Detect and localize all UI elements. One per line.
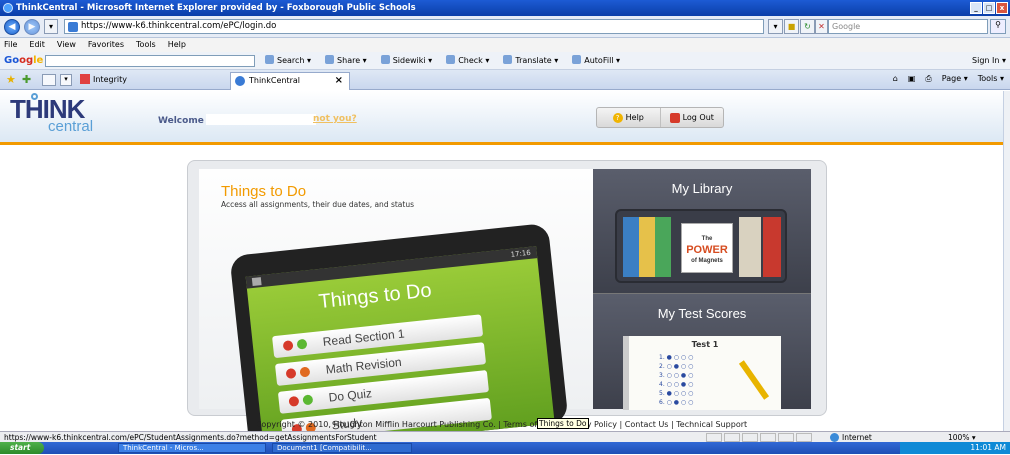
window-controls: _ □ x (970, 2, 1008, 14)
logo-dot (31, 93, 38, 100)
logout-button[interactable]: Log Out (659, 108, 724, 127)
page-content: Things to Do Access all assignments, the… (0, 148, 1003, 455)
welcome-message: Welcome (158, 114, 316, 126)
tab-thinkcentral[interactable]: ThinkCentral × (230, 72, 350, 90)
menu-tools[interactable]: Tools (136, 38, 156, 52)
address-dropdown-icon[interactable]: ▾ (768, 19, 783, 34)
tablet-menu-icon (251, 277, 262, 287)
menu-help[interactable]: Help (168, 38, 186, 52)
tab-bar: ★ ✚ ▾ Integrity ThinkCentral × ⌂ ▣ ⎙ Pag… (0, 70, 1010, 90)
menu-file[interactable]: File (4, 38, 17, 52)
google-autofill-button[interactable]: AutoFill ▾ (572, 52, 620, 70)
ie-logo-icon (3, 3, 13, 13)
site-header: THINK central Welcome not you? ? Help Log… (0, 91, 1003, 145)
my-test-scores-panel[interactable]: My Test Scores Test 1 1. ● ○ ○ ○ 2. ○ ● … (593, 293, 811, 410)
url-input[interactable]: https://www-k6.thinkcentral.com/ePC/logi… (64, 19, 764, 34)
taskbar-item-document1[interactable]: Document1 [Compatibilit... (272, 443, 412, 453)
address-bar: ◀ ▶ ▾ https://www-k6.thinkcentral.com/eP… (0, 16, 1010, 38)
thinkcentral-logo[interactable]: THINK central (10, 93, 93, 134)
maximize-button[interactable]: □ (983, 2, 995, 14)
google-check-button[interactable]: Check ▾ (446, 52, 489, 70)
minimize-button[interactable]: _ (970, 2, 982, 14)
help-icon: ? (612, 112, 623, 123)
forward-arrow-icon[interactable]: ▶ (24, 19, 40, 35)
my-library-title: My Library (671, 181, 733, 196)
command-bar: ⌂ ▣ ⎙ Page ▾ Tools ▾ (893, 74, 1004, 84)
search-input[interactable]: Google (828, 19, 988, 34)
status-url: https://www-k6.thinkcentral.com/ePC/Stud… (4, 433, 377, 442)
window-title: ThinkCentral - Microsoft Internet Explor… (16, 3, 416, 13)
home-icon[interactable]: ⌂ (893, 74, 898, 84)
tab-label: ThinkCentral (249, 76, 301, 85)
menu-bar: File Edit View Favorites Tools Help (0, 38, 1010, 52)
bookshelf-illustration: The POWER of Magnets (615, 209, 787, 283)
system-tray: 11:01 AM (900, 442, 1010, 454)
recent-pages-dropdown-icon[interactable]: ▾ (44, 19, 58, 34)
tooltip: Things to Do (537, 418, 589, 429)
start-button[interactable]: start (0, 442, 44, 454)
copyright-footer[interactable]: Copyright © 2010, Houghton Mifflin Harco… (0, 420, 1003, 429)
not-you-link[interactable]: not you? (313, 114, 357, 124)
stop-icon[interactable]: ✕ (815, 19, 828, 34)
pencil-icon (738, 360, 770, 400)
help-button[interactable]: ? Help (597, 108, 660, 127)
google-toolbar-tools: Search ▾ Share ▾ Sidewiki ▾ Check ▾ Tran… (265, 52, 620, 70)
book (639, 217, 655, 277)
menu-favorites[interactable]: Favorites (88, 38, 124, 52)
tools-menu[interactable]: Tools ▾ (978, 74, 1004, 84)
close-button[interactable]: x (996, 2, 1008, 14)
vertical-scrollbar[interactable] (1003, 91, 1010, 431)
my-test-scores-title: My Test Scores (657, 306, 747, 321)
things-to-do-panel[interactable]: Things to Do Access all assignments, the… (199, 169, 597, 455)
search-icon[interactable]: ⚲ (990, 19, 1006, 34)
back-arrow-icon[interactable]: ◀ (4, 19, 20, 35)
menu-edit[interactable]: Edit (29, 38, 45, 52)
logout-icon (669, 112, 680, 123)
lock-icon[interactable]: ■ (784, 19, 799, 34)
feeds-icon[interactable]: ▣ (908, 74, 916, 84)
status-cells (706, 433, 812, 442)
book (623, 217, 639, 277)
add-favorite-icon[interactable]: ✚ (22, 73, 31, 86)
google-share-button[interactable]: Share ▾ (325, 52, 367, 70)
header-buttons: ? Help Log Out (596, 107, 724, 128)
google-signin-button[interactable]: Sign In ▾ (972, 52, 1006, 70)
google-search-button[interactable]: Search ▾ (265, 52, 311, 70)
book (739, 217, 761, 277)
refresh-icon[interactable]: ↻ (800, 19, 815, 34)
menu-view[interactable]: View (57, 38, 76, 52)
taskbar-item-thinkcentral[interactable]: ThinkCentral - Micros... (118, 443, 266, 453)
quick-tabs-icon[interactable] (42, 74, 56, 86)
window-title-bar: ThinkCentral - Microsoft Internet Explor… (0, 0, 1010, 16)
google-toolbar: Google Search ▾ Share ▾ Sidewiki ▾ Check… (0, 52, 1010, 70)
tab-list-dropdown-icon[interactable]: ▾ (60, 74, 72, 86)
integrity-icon (80, 74, 90, 84)
favorites-star-icon[interactable]: ★ (6, 73, 16, 86)
google-search-input[interactable] (45, 55, 255, 67)
google-logo: Google (4, 55, 44, 66)
clock: 11:01 AM (970, 443, 1006, 452)
tab-page-icon (235, 76, 245, 86)
print-icon[interactable]: ⎙ (925, 74, 931, 84)
close-tab-icon[interactable]: × (335, 73, 343, 89)
power-book-cover: The POWER of Magnets (681, 223, 733, 273)
things-to-do-subtitle: Access all assignments, their due dates,… (221, 200, 415, 209)
google-translate-button[interactable]: Translate ▾ (503, 52, 558, 70)
bookmark-integrity[interactable]: Integrity (80, 74, 127, 84)
answer-sheet-illustration: Test 1 1. ● ○ ○ ○ 2. ○ ● ○ ○ 3. ○ ○ ● ○ … (623, 336, 781, 410)
book (763, 217, 781, 277)
tablet-screen-title: Things to Do (317, 279, 433, 314)
redacted-name (205, 114, 316, 125)
book (655, 217, 671, 277)
page-icon (68, 22, 78, 32)
google-sidewiki-button[interactable]: Sidewiki ▾ (381, 52, 432, 70)
windows-taskbar: start ThinkCentral - Micros... Document1… (0, 442, 1010, 454)
browser-status-bar: https://www-k6.thinkcentral.com/ePC/Stud… (0, 431, 1010, 442)
my-library-panel[interactable]: My Library The POWER of Magnets (593, 169, 811, 293)
dashboard-panel: Things to Do Access all assignments, the… (187, 160, 827, 455)
tablet-status-bar: 17:16 (245, 246, 538, 289)
things-to-do-title: Things to Do (221, 183, 307, 200)
page-menu[interactable]: Page ▾ (942, 74, 968, 84)
url-text: https://www-k6.thinkcentral.com/ePC/logi… (81, 21, 277, 31)
